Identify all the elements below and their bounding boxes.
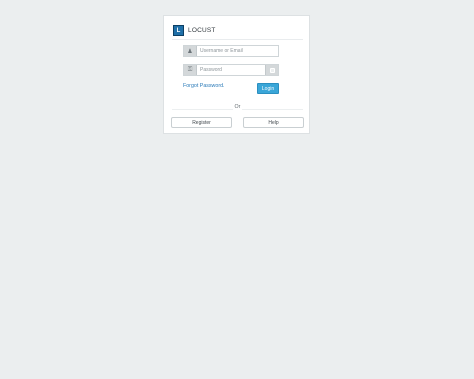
- register-button[interactable]: Register: [171, 117, 232, 128]
- header-divider: [172, 39, 303, 40]
- brand-name: LOCUST: [188, 27, 216, 34]
- show-password-toggle[interactable]: [265, 65, 278, 75]
- forgot-password-link[interactable]: Forgot Password.: [183, 83, 225, 89]
- username-field: ♟: [183, 45, 279, 57]
- help-button[interactable]: Help: [243, 117, 304, 128]
- user-icon: ♟: [184, 46, 197, 56]
- or-label: Or: [164, 104, 311, 110]
- or-text: Or: [232, 104, 243, 110]
- password-input[interactable]: [197, 65, 266, 75]
- brand: L LOCUST: [173, 25, 216, 36]
- show-password-icon: [269, 67, 275, 73]
- login-card: L LOCUST ♟ ⚿ Forgot Password. Login Or R…: [163, 15, 310, 134]
- login-button[interactable]: Login: [257, 83, 279, 94]
- key-icon: ⚿: [184, 65, 197, 75]
- password-field: ⚿: [183, 64, 279, 76]
- logo: L: [173, 25, 184, 36]
- username-input[interactable]: [197, 46, 266, 56]
